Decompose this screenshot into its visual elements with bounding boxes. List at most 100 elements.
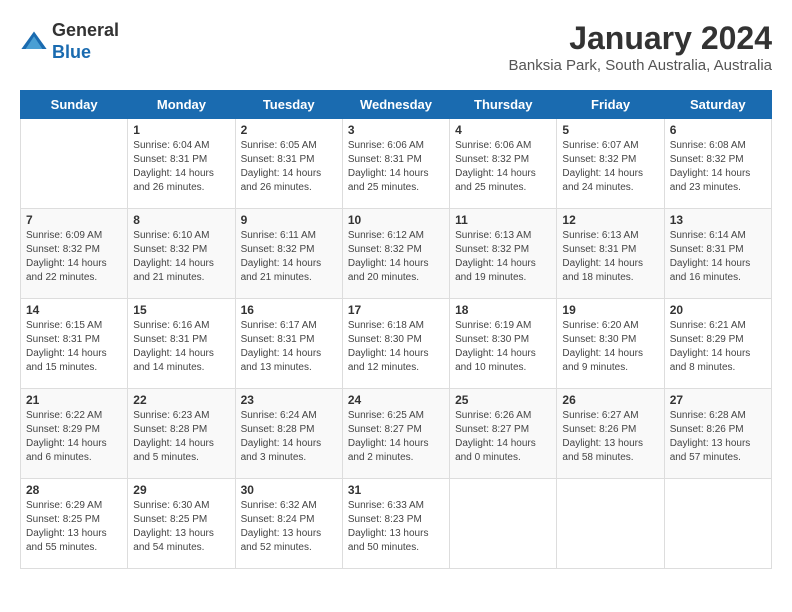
day-number: 1 [133, 123, 229, 137]
day-cell: 29 Sunrise: 6:30 AM Sunset: 8:25 PM Dayli… [128, 479, 235, 569]
day-number: 17 [348, 303, 444, 317]
day-number: 14 [26, 303, 122, 317]
page-container: General Blue January 2024 Banksia Park, … [20, 20, 772, 569]
day-number: 28 [26, 483, 122, 497]
day-cell: 5 Sunrise: 6:07 AM Sunset: 8:32 PM Daylig… [557, 119, 664, 209]
day-info: Sunrise: 6:06 AM Sunset: 8:31 PM Dayligh… [348, 139, 444, 195]
day-number: 20 [670, 303, 766, 317]
day-cell: 17 Sunrise: 6:18 AM Sunset: 8:30 PM Dayli… [342, 299, 449, 389]
day-header-monday: Monday [128, 91, 235, 119]
day-cell: 22 Sunrise: 6:23 AM Sunset: 8:28 PM Dayli… [128, 389, 235, 479]
day-cell: 30Sunrise: 6:32 AM Sunset: 8:24 PM Dayli… [235, 479, 342, 569]
day-number: 23 [241, 393, 337, 407]
day-number: 22 [133, 393, 229, 407]
day-number: 19 [562, 303, 658, 317]
day-cell: 1 Sunrise: 6:04 AM Sunset: 8:31 PM Daylig… [128, 119, 235, 209]
day-cell: 18 Sunrise: 6:19 AM Sunset: 8:30 PM Dayli… [450, 299, 557, 389]
day-info: Sunrise: 6:05 AM Sunset: 8:31 PM Dayligh… [241, 139, 337, 195]
day-header-friday: Friday [557, 91, 664, 119]
day-cell: 25 Sunrise: 6:26 AM Sunset: 8:27 PM Dayli… [450, 389, 557, 479]
day-number: 25 [455, 393, 551, 407]
day-info: Sunrise: 6:07 AM Sunset: 8:32 PM Dayligh… [562, 139, 658, 195]
day-cell: 20 Sunrise: 6:21 AM Sunset: 8:29 PM Dayli… [664, 299, 771, 389]
day-cell: 12 Sunrise: 6:13 AM Sunset: 8:31 PM Dayli… [557, 209, 664, 299]
day-header-wednesday: Wednesday [342, 91, 449, 119]
week-row-5: 28Sunrise: 6:29 AM Sunset: 8:25 PM Dayli… [21, 479, 772, 569]
day-cell: 15 Sunrise: 6:16 AM Sunset: 8:31 PM Dayli… [128, 299, 235, 389]
day-cell: 13Sunrise: 6:14 AM Sunset: 8:31 PM Dayli… [664, 209, 771, 299]
day-cell: 10Sunrise: 6:12 AM Sunset: 8:32 PM Dayli… [342, 209, 449, 299]
day-number: 6 [670, 123, 766, 137]
day-number: 4 [455, 123, 551, 137]
day-number: 24 [348, 393, 444, 407]
day-info: Sunrise: 6:04 AM Sunset: 8:31 PM Dayligh… [133, 139, 229, 195]
day-cell: 3 Sunrise: 6:06 AM Sunset: 8:31 PM Daylig… [342, 119, 449, 209]
day-info: Sunrise: 6:19 AM Sunset: 8:30 PM Dayligh… [455, 319, 551, 375]
day-info: Sunrise: 6:17 AM Sunset: 8:31 PM Dayligh… [241, 319, 337, 375]
day-cell: 23Sunrise: 6:24 AM Sunset: 8:28 PM Dayli… [235, 389, 342, 479]
day-info: Sunrise: 6:10 AM Sunset: 8:32 PM Dayligh… [133, 229, 229, 285]
day-number: 31 [348, 483, 444, 497]
day-info: Sunrise: 6:16 AM Sunset: 8:31 PM Dayligh… [133, 319, 229, 375]
day-info: Sunrise: 6:09 AM Sunset: 8:32 PM Dayligh… [26, 229, 122, 285]
day-number: 7 [26, 213, 122, 227]
day-cell: 6 Sunrise: 6:08 AM Sunset: 8:32 PM Daylig… [664, 119, 771, 209]
day-number: 21 [26, 393, 122, 407]
day-header-tuesday: Tuesday [235, 91, 342, 119]
day-cell: 27 Sunrise: 6:28 AM Sunset: 8:26 PM Dayli… [664, 389, 771, 479]
month-title: January 2024 [509, 20, 772, 57]
day-cell: 26Sunrise: 6:27 AM Sunset: 8:26 PM Dayli… [557, 389, 664, 479]
day-info: Sunrise: 6:30 AM Sunset: 8:25 PM Dayligh… [133, 499, 229, 555]
day-cell: 21Sunrise: 6:22 AM Sunset: 8:29 PM Dayli… [21, 389, 128, 479]
week-row-1: 1 Sunrise: 6:04 AM Sunset: 8:31 PM Daylig… [21, 119, 772, 209]
day-info: Sunrise: 6:20 AM Sunset: 8:30 PM Dayligh… [562, 319, 658, 375]
day-cell: 28Sunrise: 6:29 AM Sunset: 8:25 PM Dayli… [21, 479, 128, 569]
day-number: 13 [670, 213, 766, 227]
day-cell: 2Sunrise: 6:05 AM Sunset: 8:31 PM Daylig… [235, 119, 342, 209]
day-cell: 31 Sunrise: 6:33 AM Sunset: 8:23 PM Dayli… [342, 479, 449, 569]
day-cell: 16 Sunrise: 6:17 AM Sunset: 8:31 PM Dayli… [235, 299, 342, 389]
day-header-saturday: Saturday [664, 91, 771, 119]
day-info: Sunrise: 6:33 AM Sunset: 8:23 PM Dayligh… [348, 499, 444, 555]
day-number: 27 [670, 393, 766, 407]
day-number: 18 [455, 303, 551, 317]
day-number: 30 [241, 483, 337, 497]
day-header-thursday: Thursday [450, 91, 557, 119]
day-cell [557, 479, 664, 569]
day-cell: 14 Sunrise: 6:15 AM Sunset: 8:31 PM Dayli… [21, 299, 128, 389]
day-number: 3 [348, 123, 444, 137]
day-info: Sunrise: 6:13 AM Sunset: 8:32 PM Dayligh… [455, 229, 551, 285]
day-info: Sunrise: 6:06 AM Sunset: 8:32 PM Dayligh… [455, 139, 551, 195]
day-info: Sunrise: 6:08 AM Sunset: 8:32 PM Dayligh… [670, 139, 766, 195]
day-info: Sunrise: 6:21 AM Sunset: 8:29 PM Dayligh… [670, 319, 766, 375]
day-number: 5 [562, 123, 658, 137]
day-info: Sunrise: 6:26 AM Sunset: 8:27 PM Dayligh… [455, 409, 551, 465]
day-number: 29 [133, 483, 229, 497]
day-header-sunday: Sunday [21, 91, 128, 119]
day-info: Sunrise: 6:15 AM Sunset: 8:31 PM Dayligh… [26, 319, 122, 375]
day-cell: 8 Sunrise: 6:10 AM Sunset: 8:32 PM Daylig… [128, 209, 235, 299]
day-number: 8 [133, 213, 229, 227]
day-info: Sunrise: 6:23 AM Sunset: 8:28 PM Dayligh… [133, 409, 229, 465]
title-section: January 2024 Banksia Park, South Austral… [509, 20, 772, 74]
day-number: 10 [348, 213, 444, 227]
page-header: General Blue January 2024 Banksia Park, … [20, 20, 772, 74]
day-cell [450, 479, 557, 569]
day-number: 11 [455, 213, 551, 227]
week-row-2: 7 Sunrise: 6:09 AM Sunset: 8:32 PM Daylig… [21, 209, 772, 299]
day-info: Sunrise: 6:11 AM Sunset: 8:32 PM Dayligh… [241, 229, 337, 285]
day-number: 12 [562, 213, 658, 227]
week-row-4: 21Sunrise: 6:22 AM Sunset: 8:29 PM Dayli… [21, 389, 772, 479]
day-number: 26 [562, 393, 658, 407]
day-info: Sunrise: 6:13 AM Sunset: 8:31 PM Dayligh… [562, 229, 658, 285]
day-number: 9 [241, 213, 337, 227]
day-number: 15 [133, 303, 229, 317]
week-row-3: 14 Sunrise: 6:15 AM Sunset: 8:31 PM Dayli… [21, 299, 772, 389]
day-cell: 4 Sunrise: 6:06 AM Sunset: 8:32 PM Daylig… [450, 119, 557, 209]
location: Banksia Park, South Australia, Australia [509, 57, 772, 74]
header-row: SundayMondayTuesdayWednesdayThursdayFrid… [21, 91, 772, 119]
day-info: Sunrise: 6:18 AM Sunset: 8:30 PM Dayligh… [348, 319, 444, 375]
day-info: Sunrise: 6:28 AM Sunset: 8:26 PM Dayligh… [670, 409, 766, 465]
day-number: 16 [241, 303, 337, 317]
day-cell [21, 119, 128, 209]
